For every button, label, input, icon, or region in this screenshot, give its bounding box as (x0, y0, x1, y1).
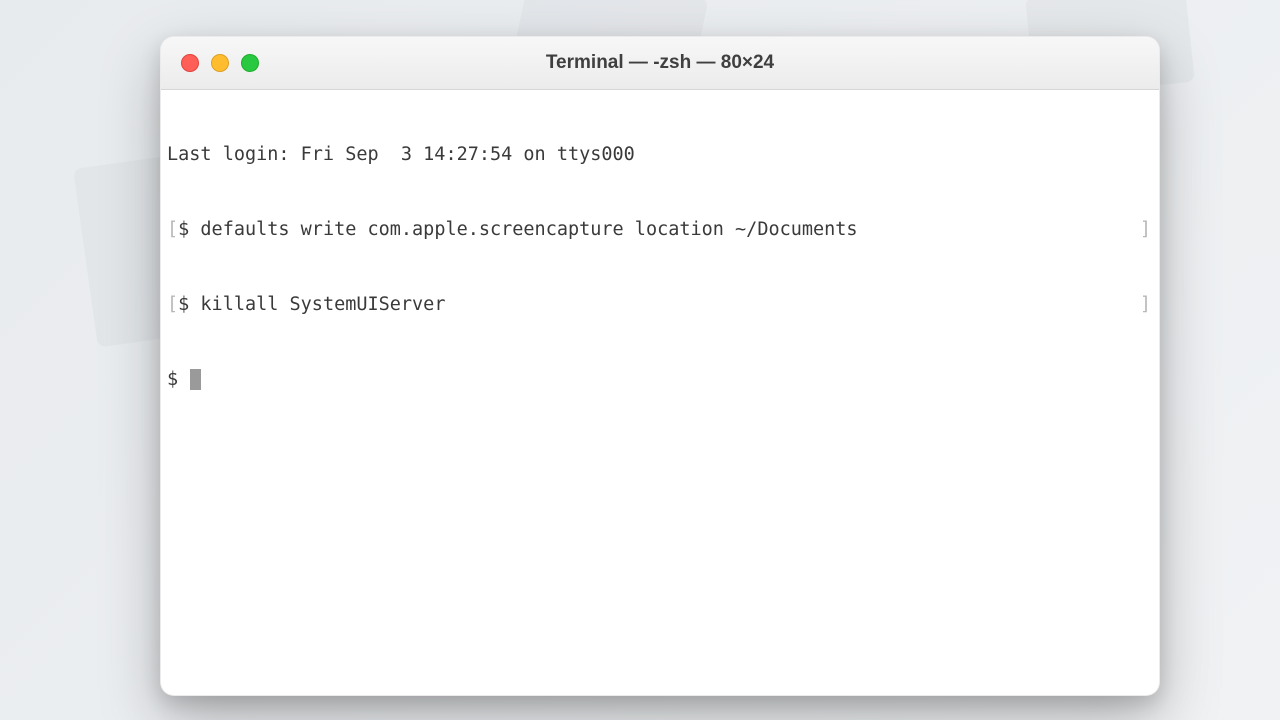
command-text: killall SystemUIServer (200, 292, 1139, 317)
command-text: defaults write com.apple.screencapture l… (200, 217, 1139, 242)
maximize-icon[interactable] (241, 54, 259, 72)
bracket-close-icon: ] (1140, 292, 1153, 317)
terminal-login-line: Last login: Fri Sep 3 14:27:54 on ttys00… (167, 142, 1153, 167)
traffic-lights (181, 54, 259, 72)
window-title: Terminal — -zsh — 80×24 (161, 52, 1159, 74)
close-icon[interactable] (181, 54, 199, 72)
bracket-open-icon: [ (167, 292, 178, 317)
terminal-command-line: [$ killall SystemUIServer] (167, 292, 1153, 317)
bracket-open-icon: [ (167, 217, 178, 242)
prompt-symbol: $ (178, 217, 189, 242)
cursor-icon (190, 369, 201, 390)
terminal-prompt-line[interactable]: $ (167, 367, 1153, 392)
prompt-symbol: $ (178, 292, 189, 317)
bracket-close-icon: ] (1140, 217, 1153, 242)
terminal-command-line: [$ defaults write com.apple.screencaptur… (167, 217, 1153, 242)
title-bar[interactable]: Terminal — -zsh — 80×24 (161, 37, 1159, 90)
terminal-window: Terminal — -zsh — 80×24 Last login: Fri … (160, 36, 1160, 696)
terminal-body[interactable]: Last login: Fri Sep 3 14:27:54 on ttys00… (161, 90, 1159, 695)
minimize-icon[interactable] (211, 54, 229, 72)
login-text: Last login: Fri Sep 3 14:27:54 on ttys00… (167, 142, 1153, 167)
prompt-symbol: $ (167, 367, 178, 392)
